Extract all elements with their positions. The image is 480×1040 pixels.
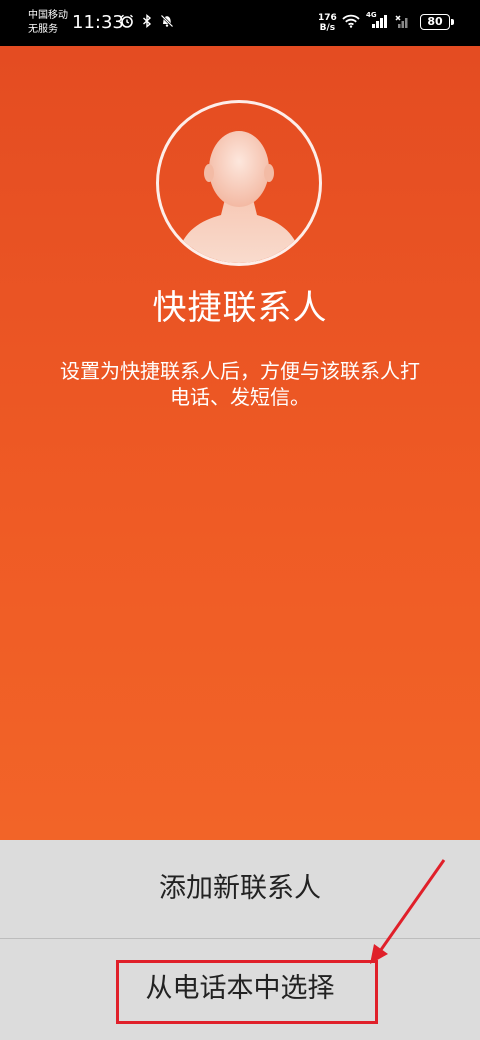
bluetooth-icon bbox=[143, 14, 152, 28]
page-title: 快捷联系人 bbox=[152, 288, 328, 328]
action-sheet: 添加新联系人 从电话本中选择 bbox=[0, 840, 480, 1040]
carrier-info: 中国移动 无服务 bbox=[28, 9, 68, 37]
wifi-icon bbox=[342, 14, 360, 28]
cellular-signal: 4G bbox=[366, 11, 388, 28]
quick-contact-hero: 快捷联系人 设置为快捷联系人后，方便与该联系人打电话、发短信。 bbox=[0, 46, 480, 840]
network-speed: 176 B/s bbox=[318, 13, 337, 33]
annotation-highlight-box bbox=[116, 960, 378, 1024]
network-speed-value: 176 bbox=[318, 13, 337, 23]
no-signal-icon bbox=[395, 15, 408, 28]
status-icons-right: 4G bbox=[342, 11, 408, 28]
service-status: 无服务 bbox=[28, 24, 58, 35]
person-silhouette-icon bbox=[177, 131, 301, 263]
mute-bell-icon bbox=[160, 14, 174, 28]
contact-avatar-placeholder[interactable] bbox=[156, 100, 322, 266]
status-icons-left bbox=[120, 14, 174, 28]
clock: 11:33 bbox=[72, 12, 124, 33]
status-bar: 中国移动 无服务 11:33 176 B/s 4G 80 bbox=[0, 0, 480, 46]
battery-indicator: 80 bbox=[420, 14, 454, 30]
carrier-name: 中国移动 bbox=[28, 10, 68, 21]
alarm-icon bbox=[121, 14, 133, 28]
network-speed-unit: B/s bbox=[319, 23, 336, 33]
signal-icon bbox=[372, 15, 387, 28]
page-description: 设置为快捷联系人后，方便与该联系人打电话、发短信。 bbox=[60, 359, 420, 409]
annotation-arrow-icon bbox=[370, 859, 446, 964]
